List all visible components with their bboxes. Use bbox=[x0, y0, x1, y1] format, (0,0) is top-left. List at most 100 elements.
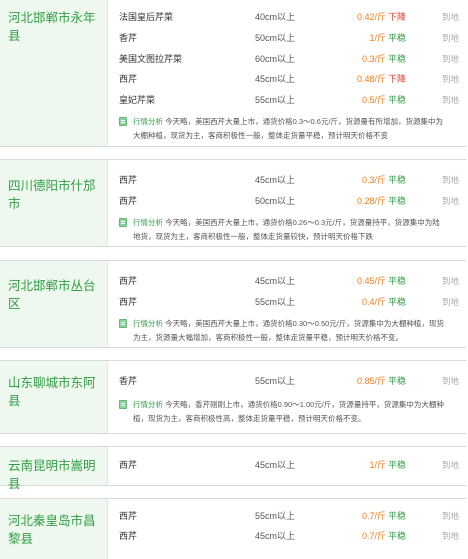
arrival-tag: 到地 bbox=[442, 297, 460, 307]
analysis-label: 行情分析 bbox=[133, 400, 163, 409]
price-rows: 香芹 55cm以上 0.85/斤 平稳 到地 行情分析 今天略，香芹刚刚上市，通… bbox=[108, 361, 466, 433]
size-spec: 55cm以上 bbox=[255, 95, 296, 105]
variety-name: 皇妃芹菜 bbox=[119, 95, 156, 105]
trend-status: 下降 bbox=[388, 12, 407, 22]
price-value: 1/斤 bbox=[369, 33, 386, 43]
size-spec: 55cm以上 bbox=[255, 297, 296, 307]
price-row: 香芹 55cm以上 0.85/斤 平稳 到地 bbox=[108, 370, 466, 392]
price-value: 0.85/斤 bbox=[356, 376, 386, 386]
price-value: 0.4/斤 bbox=[361, 297, 386, 307]
analysis-label: 行情分析 bbox=[133, 319, 163, 328]
variety-name: 西芹 bbox=[119, 74, 138, 84]
variety-name: 西芹 bbox=[119, 460, 138, 470]
price-row: 皇妃芹菜 55cm以上 0.5/斤 平稳 到地 bbox=[108, 89, 466, 111]
analysis-text: 今天略，美国西芹大量上市，通货价格0.3～0.6元/斤，货源量有所增加，货源集中… bbox=[133, 117, 444, 140]
size-spec: 55cm以上 bbox=[255, 511, 296, 521]
trend-status: 平稳 bbox=[388, 276, 407, 286]
price-row: 西芹 45cm以上 0.3/斤 平稳 到地 bbox=[108, 169, 466, 191]
variety-name: 香芹 bbox=[119, 33, 138, 43]
arrival-tag: 到地 bbox=[442, 531, 460, 541]
analysis-text: 今天略，美国西芹大量上市，通货价格0.30～0.50元/斤，货源集中为大棚种植，… bbox=[133, 319, 444, 342]
price-value: 0.48/斤 bbox=[356, 74, 386, 84]
price-value: 1/斤 bbox=[369, 460, 386, 470]
price-row: 西芹 55cm以上 0.7/斤 平稳 到地 bbox=[108, 505, 466, 527]
size-spec: 45cm以上 bbox=[255, 276, 296, 286]
size-spec: 45cm以上 bbox=[255, 175, 296, 185]
price-value: 0.3/斤 bbox=[361, 54, 386, 64]
variety-name: 法国皇后芹菜 bbox=[119, 12, 174, 22]
note-icon bbox=[119, 218, 127, 227]
market-analysis: 行情分析 今天略，香芹刚刚上市，通货价格0.90～1.00元/斤，货源量持平，货… bbox=[119, 398, 444, 425]
price-value: 0.42/斤 bbox=[356, 12, 386, 22]
arrival-tag: 到地 bbox=[442, 276, 460, 286]
trend-status: 平稳 bbox=[388, 33, 407, 43]
location-label[interactable]: 四川德阳市什邡市 bbox=[0, 160, 108, 246]
variety-name: 香芹 bbox=[119, 376, 138, 386]
variety-name: 西芹 bbox=[119, 297, 138, 307]
price-row: 法国皇后芹菜 40cm以上 0.42/斤 下降 到地 bbox=[108, 6, 466, 28]
size-spec: 60cm以上 bbox=[255, 54, 296, 64]
location-label[interactable]: 云南昆明市嵩明县 bbox=[0, 447, 108, 491]
arrival-tag: 到地 bbox=[442, 376, 460, 386]
trend-status: 平稳 bbox=[388, 531, 407, 541]
market-block: 河北邯郸市永年县 法国皇后芹菜 40cm以上 0.42/斤 下降 到地 香芹 5… bbox=[0, 0, 466, 147]
arrival-tag: 到地 bbox=[442, 12, 460, 22]
price-value: 0.5/斤 bbox=[361, 95, 386, 105]
market-block: 河北邯郸市丛台区 西芹 45cm以上 0.45/斤 平稳 到地 西芹 55cm以… bbox=[0, 260, 466, 348]
location-label[interactable]: 河北秦皇岛市昌黎县 bbox=[0, 499, 108, 559]
price-rows: 法国皇后芹菜 40cm以上 0.42/斤 下降 到地 香芹 50cm以上 1/斤… bbox=[108, 0, 466, 146]
arrival-tag: 到地 bbox=[442, 74, 460, 84]
price-value: 0.45/斤 bbox=[356, 276, 386, 286]
variety-name: 西芹 bbox=[119, 196, 138, 206]
variety-name: 西芹 bbox=[119, 511, 138, 521]
analysis-text: 今天略，美国西芹大量上市，通货价格0.26～0.3元/斤，货源量持平，货源集中为… bbox=[133, 218, 440, 241]
variety-name: 西芹 bbox=[119, 276, 138, 286]
location-label[interactable]: 河北邯郸市永年县 bbox=[0, 0, 108, 146]
location-label[interactable]: 河北邯郸市丛台区 bbox=[0, 261, 108, 347]
market-block: 四川德阳市什邡市 西芹 45cm以上 0.3/斤 平稳 到地 西芹 50cm以上… bbox=[0, 159, 466, 247]
trend-status: 平稳 bbox=[388, 376, 407, 386]
arrival-tag: 到地 bbox=[442, 95, 460, 105]
price-row: 香芹 50cm以上 1/斤 平稳 到地 bbox=[108, 27, 466, 49]
location-label[interactable]: 山东聊城市东阿县 bbox=[0, 361, 108, 433]
market-analysis: 行情分析 今天略，美国西芹大量上市，通货价格0.3～0.6元/斤，货源量有所增加… bbox=[119, 115, 444, 142]
price-rows: 西芹 45cm以上 0.3/斤 平稳 到地 西芹 50cm以上 0.28/斤 平… bbox=[108, 160, 466, 246]
price-row: 美国文图拉芹菜 60cm以上 0.3/斤 平稳 到地 bbox=[108, 48, 466, 70]
size-spec: 40cm以上 bbox=[255, 12, 296, 22]
analysis-text: 今天略，香芹刚刚上市，通货价格0.90～1.00元/斤，货源量持平，货源集中为大… bbox=[133, 400, 444, 423]
size-spec: 45cm以上 bbox=[255, 531, 296, 541]
note-icon bbox=[119, 400, 127, 409]
price-row: 西芹 55cm以上 0.4/斤 平稳 到地 bbox=[108, 291, 466, 313]
note-icon bbox=[119, 117, 127, 126]
market-analysis: 行情分析 今天略，美国西芹大量上市，通货价格0.26～0.3元/斤，货源量持平，… bbox=[119, 216, 444, 243]
variety-name: 西芹 bbox=[119, 531, 138, 541]
price-row: 西芹 45cm以上 0.7/斤 平稳 到地 bbox=[108, 525, 466, 547]
arrival-tag: 到地 bbox=[442, 175, 460, 185]
trend-status: 平稳 bbox=[388, 175, 407, 185]
trend-status: 平稳 bbox=[388, 460, 407, 470]
price-row: 西芹 45cm以上 0.48/斤 下降 到地 bbox=[108, 68, 466, 90]
size-spec: 45cm以上 bbox=[255, 460, 296, 470]
price-row: 西芹 50cm以上 0.28/斤 平稳 到地 bbox=[108, 190, 466, 212]
trend-status: 平稳 bbox=[388, 511, 407, 521]
analysis-label: 行情分析 bbox=[133, 218, 163, 227]
market-block: 云南昆明市嵩明县 西芹 45cm以上 1/斤 平稳 到地 bbox=[0, 446, 466, 491]
size-spec: 45cm以上 bbox=[255, 74, 296, 84]
arrival-tag: 到地 bbox=[442, 54, 460, 64]
size-spec: 50cm以上 bbox=[255, 196, 296, 206]
trend-status: 平稳 bbox=[388, 297, 407, 307]
analysis-label: 行情分析 bbox=[133, 117, 163, 126]
size-spec: 50cm以上 bbox=[255, 33, 296, 43]
arrival-tag: 到地 bbox=[442, 196, 460, 206]
price-rows: 西芹 55cm以上 0.7/斤 平稳 到地 西芹 45cm以上 0.7/斤 平稳… bbox=[108, 499, 466, 559]
size-spec: 55cm以上 bbox=[255, 376, 296, 386]
price-value: 0.28/斤 bbox=[356, 196, 386, 206]
variety-name: 西芹 bbox=[119, 175, 138, 185]
price-row: 西芹 45cm以上 1/斤 平稳 到地 bbox=[108, 454, 466, 476]
trend-status: 平稳 bbox=[388, 196, 407, 206]
arrival-tag: 到地 bbox=[442, 33, 460, 43]
price-value: 0.7/斤 bbox=[361, 511, 386, 521]
trend-status: 下降 bbox=[388, 74, 407, 84]
price-value: 0.3/斤 bbox=[361, 175, 386, 185]
price-value: 0.7/斤 bbox=[361, 531, 386, 541]
